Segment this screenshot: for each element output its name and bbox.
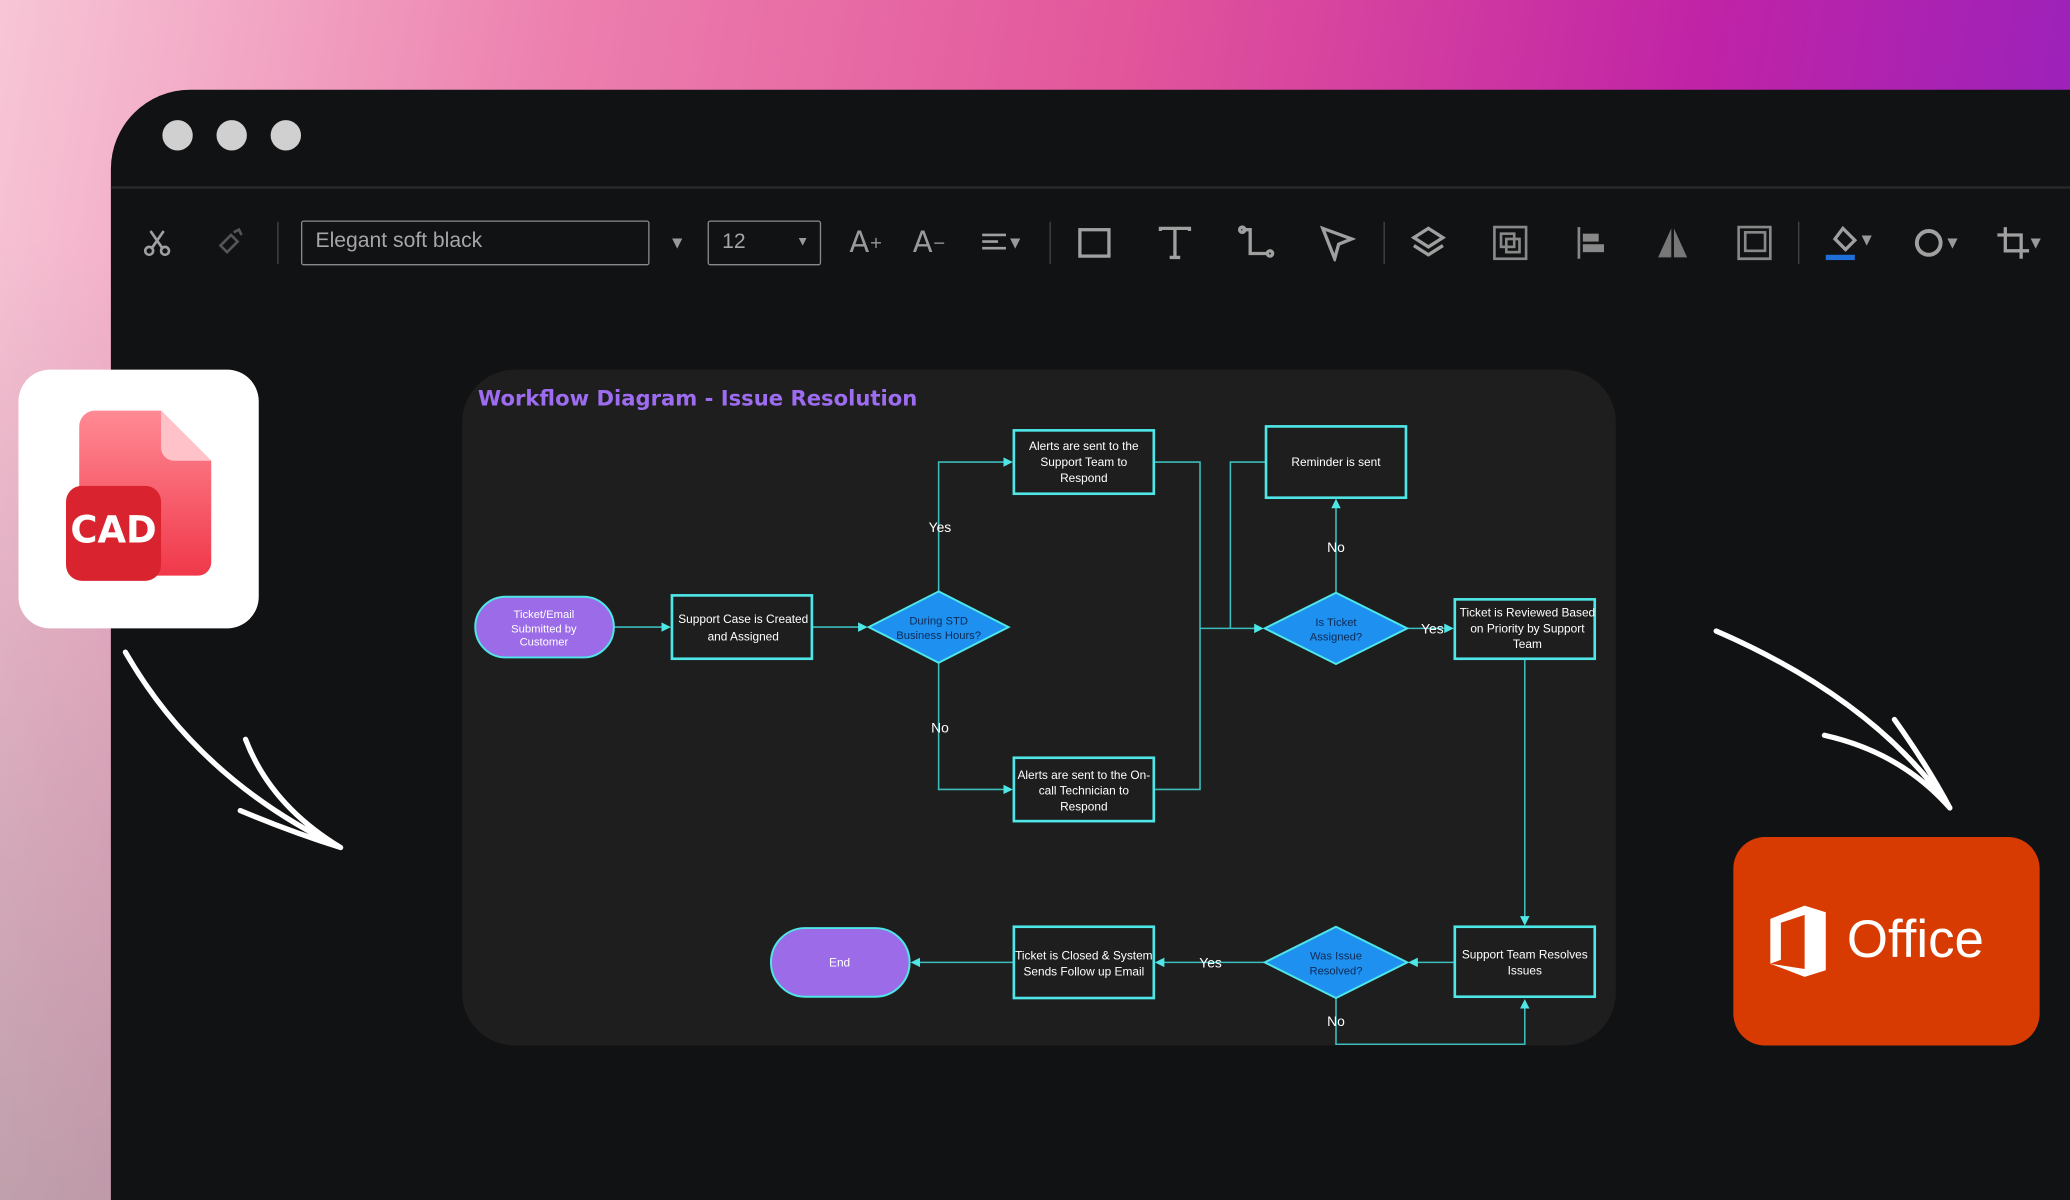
start-label: Ticket/Email Submitted by Customer [511, 609, 577, 649]
connector [1153, 461, 1201, 791]
cad-app-badge: CAD [18, 369, 259, 629]
process-team-resolves[interactable] [1453, 925, 1597, 999]
edge-label-no: No [931, 720, 949, 736]
connector [1335, 998, 1530, 1046]
connector [937, 662, 1013, 795]
office-label: Office [1846, 910, 1984, 969]
edge-label-no: No [1327, 1013, 1345, 1029]
connector [1229, 461, 1267, 629]
stage: Elegant soft black ▼ 12 ▼ A + A − ▼ ▼ ▼ ▼ W… [0, 0, 2070, 1200]
office-logo-icon [1770, 905, 1826, 977]
edge-label-yes: Yes [1421, 621, 1444, 637]
cad-file-icon [66, 410, 212, 581]
reminder-label: Reminder is sent [1291, 455, 1381, 469]
edge-label-no: No [1327, 539, 1345, 555]
ticket-closed-label: Ticket is Closed & System Sends Follow up… [1015, 949, 1153, 979]
office-app-badge: Office [1733, 836, 2040, 1046]
end-label: End [829, 955, 850, 969]
cad-label: CAD [70, 508, 157, 552]
edge-label-yes: Yes [1199, 955, 1222, 971]
process-support-case[interactable] [670, 594, 814, 661]
edge-label-yes: Yes [929, 519, 952, 535]
